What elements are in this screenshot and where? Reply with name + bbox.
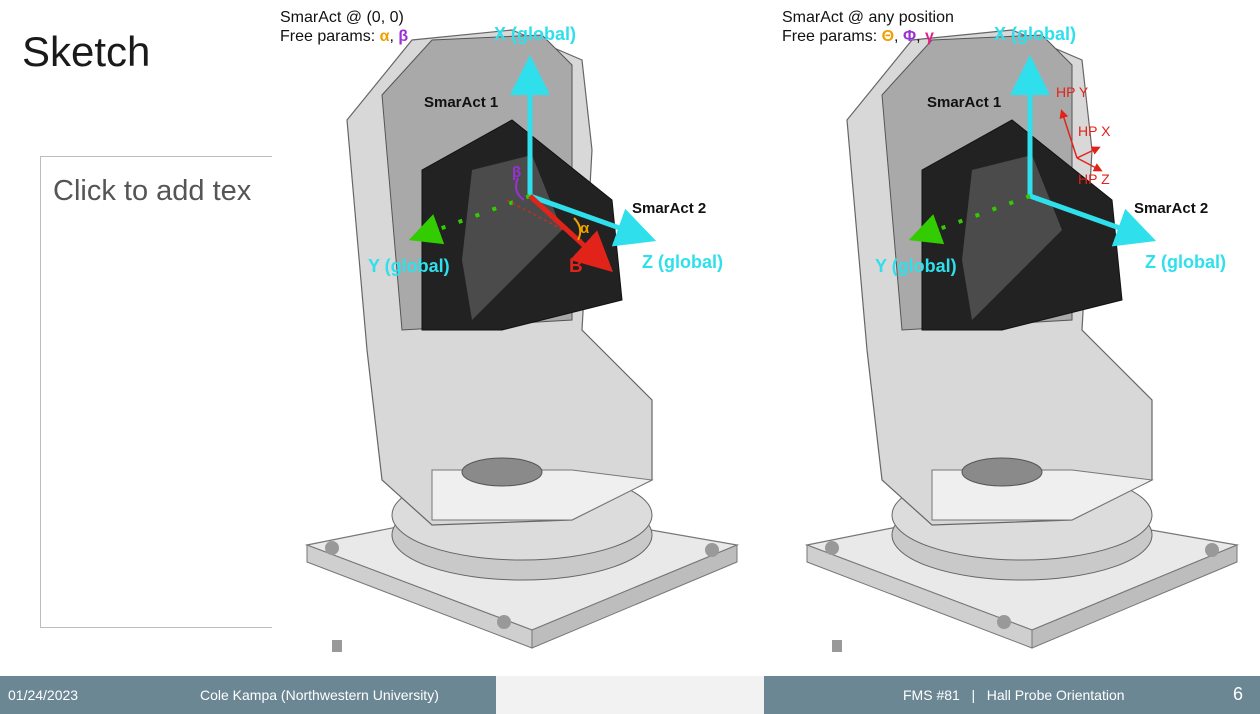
label-smaract-2-right: SmarAct 2	[1134, 200, 1209, 217]
label-y-global-right: Y (global)	[875, 256, 957, 276]
label-hp-x: HP X	[1078, 123, 1111, 139]
left-figure: SmarAct @ (0, 0) Free params: α, β X (gl…	[272, 0, 772, 672]
label-beta: β	[512, 164, 522, 181]
right-caption-separator-2: ,	[916, 28, 925, 45]
label-smaract-1-right: SmarAct 1	[927, 94, 1002, 111]
footer-author: Cole Kampa (Northwestern University)	[200, 687, 439, 703]
right-caption-prefix: Free params:	[782, 28, 882, 45]
slide-title: Sketch	[22, 28, 151, 75]
footer-meeting: FMS #81 | Hall Probe Orientation	[903, 687, 1125, 703]
label-y-global: Y (global)	[368, 256, 450, 276]
slide-footer: 01/24/2023 Cole Kampa (Northwestern Univ…	[0, 676, 1260, 714]
param-alpha: α	[379, 28, 390, 45]
left-caption-line1: SmarAct @ (0, 0)	[280, 9, 404, 26]
footer-gap	[496, 676, 764, 714]
label-hp-y: HP Y	[1056, 84, 1089, 100]
label-z-global-right: Z (global)	[1145, 252, 1226, 272]
left-caption: SmarAct @ (0, 0) Free params: α, β	[280, 8, 408, 46]
label-x-global-right: X (global)	[994, 24, 1076, 44]
param-phi: Φ	[902, 28, 917, 45]
label-hp-z: HP Z	[1078, 171, 1110, 187]
label-smaract-2: SmarAct 2	[632, 200, 707, 217]
left-caption-separator: ,	[389, 28, 399, 45]
footer-date: 01/24/2023	[8, 687, 79, 703]
left-caption-prefix: Free params:	[280, 28, 380, 45]
right-figure-drawing	[804, 29, 1240, 652]
label-smaract-1: SmarAct 1	[424, 94, 499, 111]
param-theta: Θ	[881, 28, 895, 45]
right-caption: SmarAct @ any position Free params: Θ, Φ…	[782, 8, 954, 46]
param-gamma: γ	[924, 28, 934, 45]
label-z-global: Z (global)	[642, 252, 723, 272]
right-caption-line1: SmarAct @ any position	[782, 9, 954, 26]
label-x-global: X (global)	[494, 24, 576, 44]
right-figure: SmarAct @ any position Free params: Θ, Φ…	[772, 0, 1260, 672]
label-alpha: α	[580, 220, 590, 237]
right-caption-separator-1: ,	[894, 28, 903, 45]
param-beta: β	[398, 28, 409, 45]
placeholder-text: Click to add tex	[53, 175, 252, 207]
left-figure-drawing	[304, 29, 740, 652]
label-b-field: B	[569, 256, 583, 277]
footer-page-number: 6	[1233, 684, 1244, 704]
